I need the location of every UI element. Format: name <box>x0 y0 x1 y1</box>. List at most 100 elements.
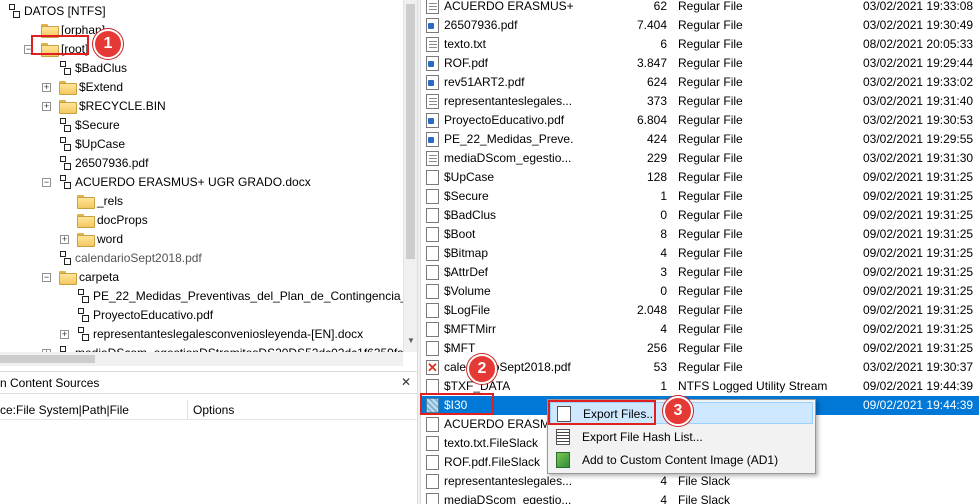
collapse-icon[interactable]: − <box>42 273 51 282</box>
file-size: 4 <box>660 322 667 336</box>
file-type: Regular File <box>678 132 743 146</box>
file-row[interactable]: texto.txt 6 Regular File 08/02/2021 20:05:3… <box>421 35 979 54</box>
file-type: Regular File <box>678 170 743 184</box>
file-icon <box>426 379 439 394</box>
file-row[interactable]: mediaDScom_egestio... 4 File Slack <box>421 491 979 504</box>
tree-node[interactable]: calendarioSept2018.pdf <box>0 249 403 267</box>
tree-node-label: _rels <box>97 194 124 208</box>
file-date: 09/02/2021 19:44:39 <box>863 398 974 412</box>
pdf-file-icon <box>426 56 439 71</box>
export-files-highlight-box <box>548 400 656 425</box>
file-type: Regular File <box>678 37 743 51</box>
file-size: 3.847 <box>636 56 667 70</box>
menu-item-label: Export File Hash List... <box>582 430 703 444</box>
file-type: Regular File <box>678 189 743 203</box>
file-size: 0 <box>660 208 667 222</box>
file-row[interactable]: ProyectoEducativo.pdf 6.804 Regular File 03… <box>421 111 979 130</box>
file-row[interactable]: $Secure 1 Regular File 09/02/2021 19:31:25 <box>421 187 979 206</box>
tree-node[interactable]: _rels <box>0 192 403 210</box>
file-row[interactable]: 26507936.pdf 7.404 Regular File 03/02/2021 … <box>421 16 979 35</box>
tree-node[interactable]: −DATOS [NTFS] <box>0 2 403 20</box>
tree-node-label: $UpCase <box>75 137 126 151</box>
expand-icon[interactable]: + <box>60 330 69 339</box>
tree-node[interactable]: docProps <box>0 211 403 229</box>
column-header-source[interactable]: ce:File System|Path|File <box>0 400 129 420</box>
file-date: 09/02/2021 19:31:25 <box>863 284 974 298</box>
file-date: 09/02/2021 19:31:25 <box>863 246 974 260</box>
file-date: 09/02/2021 19:31:25 <box>863 341 974 355</box>
hash-list-icon <box>556 429 570 445</box>
file-row[interactable]: $BadClus 0 Regular File 09/02/2021 19:31:25 <box>421 206 979 225</box>
file-icon <box>426 227 439 242</box>
file-name: texto.txt <box>444 37 487 51</box>
tree-node[interactable]: $Secure <box>0 116 403 134</box>
file-size: 424 <box>646 132 667 146</box>
tree-node[interactable]: − ACUERDO ERASMUS+ UGR GRADO.docx <box>0 173 403 191</box>
file-size: 3 <box>660 265 667 279</box>
collapse-icon[interactable]: − <box>42 178 51 187</box>
scroll-down-arrow-icon[interactable]: ▼ <box>406 336 416 346</box>
menu-item-add-to-custom-image[interactable]: Add to Custom Content Image (AD1) <box>550 449 813 471</box>
file-icon <box>426 284 439 299</box>
tree-node[interactable]: $UpCase <box>0 135 403 153</box>
tree-node-label: carpeta <box>79 270 120 284</box>
file-icon <box>426 208 439 223</box>
file-row[interactable]: mediaDScom_egestio... 229 Regular File 03/0… <box>421 149 979 168</box>
file-icon <box>426 265 439 280</box>
tree-node[interactable]: + $RECYCLE.BIN <box>0 97 403 115</box>
close-icon[interactable]: ✕ <box>399 375 413 389</box>
scrollbar-thumb[interactable] <box>406 4 415 259</box>
tree-node-label: ProyectoEducativo.pdf <box>93 308 214 322</box>
file-row[interactable]: $AttrDef 3 Regular File 09/02/2021 19:31:25 <box>421 263 979 282</box>
file-size: 624 <box>646 75 667 89</box>
tree-node[interactable]: + representanteslegalesconveniosleyenda-[… <box>0 325 403 343</box>
tree-node[interactable]: + $Extend <box>0 78 403 96</box>
file-size: 256 <box>646 341 667 355</box>
file-row[interactable]: PE_22_Medidas_Preve... 424 Regular File 03/… <box>421 130 979 149</box>
file-row[interactable]: calendarioSept2018.pdf 53 Regular File 03/0… <box>421 358 979 377</box>
tree-horizontal-scrollbar[interactable] <box>0 352 403 366</box>
file-type: Regular File <box>678 303 743 317</box>
tree-node[interactable]: +mediaDScom_egestionDStramitesDS20DS52dc… <box>0 344 403 352</box>
file-row[interactable]: representanteslegales... 373 Regular File 0… <box>421 92 979 111</box>
expand-icon[interactable]: + <box>42 102 51 111</box>
folder-icon <box>59 81 77 95</box>
file-row[interactable]: $Bitmap 4 Regular File 09/02/2021 19:31:25 <box>421 244 979 263</box>
file-icon <box>426 246 439 261</box>
file-row[interactable]: $MFT 256 Regular File 09/02/2021 19:31:25 <box>421 339 979 358</box>
file-row[interactable]: rev51ART2.pdf 624 Regular File 03/02/2021 1… <box>421 73 979 92</box>
file-name: PE_22_Medidas_Preve... <box>444 132 574 146</box>
file-row[interactable]: ROF.pdf 3.847 Regular File 03/02/2021 19:29… <box>421 54 979 73</box>
tree-node-label: ACUERDO ERASMUS+ UGR GRADO.docx <box>75 175 311 189</box>
tree-node[interactable]: + word <box>0 230 403 248</box>
tree-node[interactable]: PE_22_Medidas_Preventivas_del_Plan_de_Co… <box>0 287 403 305</box>
column-header-options[interactable]: Options <box>187 400 234 420</box>
file-row[interactable]: $TXF_DATA 1 NTFS Logged Utility Stream 09/0… <box>421 377 979 396</box>
evidence-tree-pane: −DATOS [NTFS][orphan]−[root]$BadClus+$Ex… <box>0 0 417 504</box>
file-type: Regular File <box>678 208 743 222</box>
menu-item-export-hash-list[interactable]: Export File Hash List... <box>550 426 813 448</box>
deleted-file-icon <box>426 358 439 377</box>
expand-icon[interactable]: + <box>42 83 51 92</box>
tree-node[interactable]: 26507936.pdf <box>0 154 403 172</box>
file-date: 09/02/2021 19:31:25 <box>863 322 974 336</box>
file-row[interactable]: $LogFile 2.048 Regular File 09/02/2021 19:3… <box>421 301 979 320</box>
file-row[interactable]: $UpCase 128 Regular File 09/02/2021 19:31:2… <box>421 168 979 187</box>
folder-icon <box>59 100 77 114</box>
file-row[interactable]: ACUERDO ERASMUS+... 62 Regular File 03/02/2… <box>421 0 979 16</box>
file-name: $AttrDef <box>444 265 489 279</box>
file-row[interactable]: $Volume 0 Regular File 09/02/2021 19:31:25 <box>421 282 979 301</box>
file-row[interactable]: $MFTMirr 4 Regular File 09/02/2021 19:31:25 <box>421 320 979 339</box>
file-name: 26507936.pdf <box>444 18 518 32</box>
file-type: Regular File <box>678 75 743 89</box>
tree-node[interactable]: ProyectoEducativo.pdf <box>0 306 403 324</box>
file-row[interactable]: $Boot 8 Regular File 09/02/2021 19:31:25 <box>421 225 979 244</box>
expand-icon[interactable]: + <box>60 235 69 244</box>
file-row[interactable]: representanteslegales... 4 File Slack <box>421 472 979 491</box>
tree-node[interactable]: − carpeta <box>0 268 403 286</box>
scrollbar-thumb[interactable] <box>0 355 95 363</box>
tree-node-label: docProps <box>97 213 148 227</box>
tree-node[interactable]: $BadClus <box>0 59 403 77</box>
tree-vertical-scrollbar[interactable]: ▼ <box>403 0 417 352</box>
file-node-icon <box>8 4 20 18</box>
